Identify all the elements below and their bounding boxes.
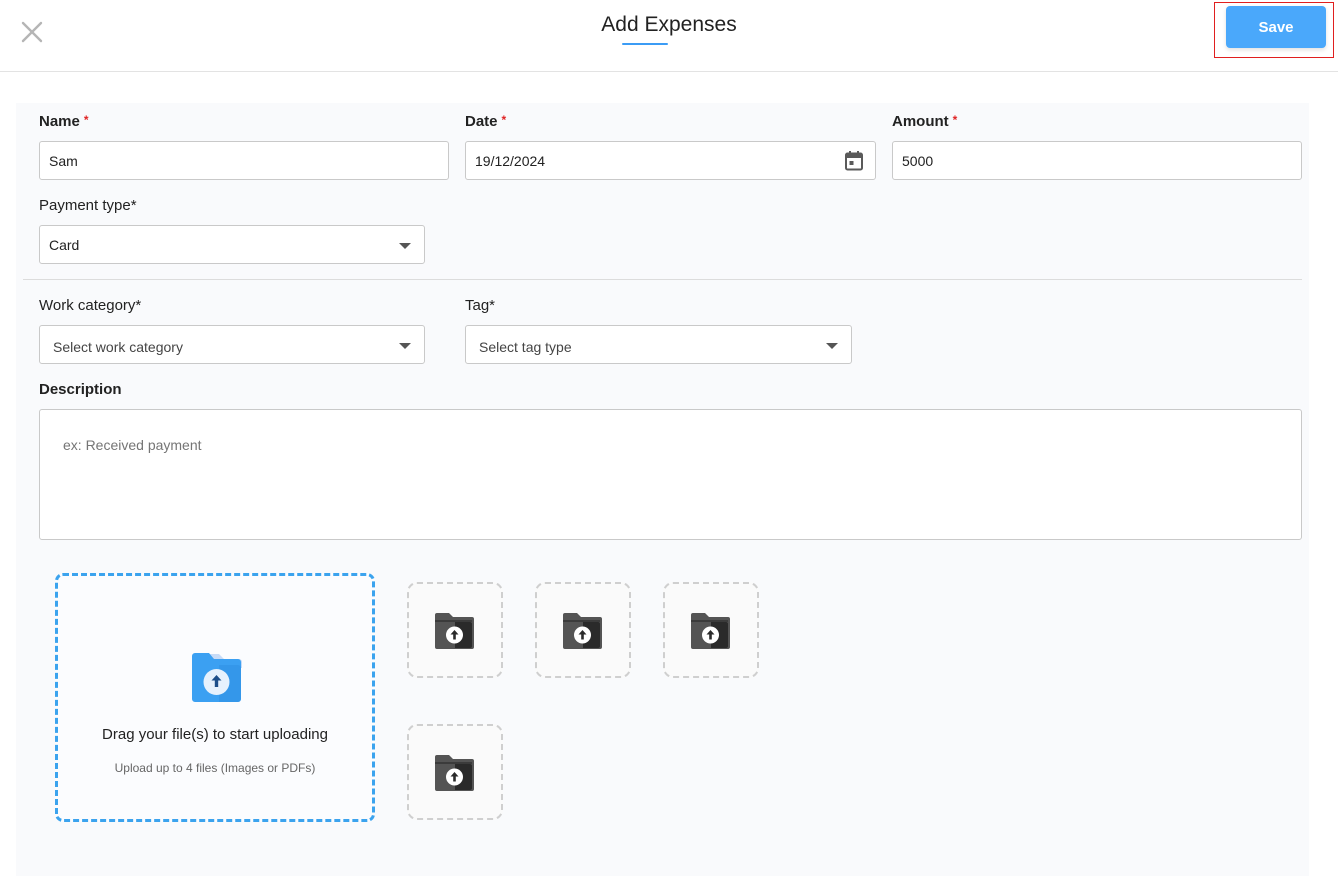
work-category-label: Work category* <box>39 297 142 314</box>
required-mark: * <box>83 113 89 127</box>
description-label: Description <box>39 381 122 398</box>
date-input-value: 19/12/2024 <box>475 152 546 169</box>
upload-slot-1[interactable] <box>407 582 503 678</box>
caret-down-icon <box>826 343 838 349</box>
tag-placeholder: Select tag type <box>479 339 572 355</box>
required-mark: * <box>952 113 958 127</box>
folder-upload-icon <box>691 613 730 649</box>
payment-type-label: Payment type* <box>39 197 137 214</box>
file-dropzone[interactable]: Drag your file(s) to start uploading Upl… <box>55 573 375 822</box>
date-input[interactable]: 19/12/2024 <box>465 141 876 180</box>
folder-upload-icon <box>435 613 474 649</box>
upload-slot-4[interactable] <box>407 724 503 820</box>
folder-upload-icon <box>563 613 602 649</box>
calendar-icon[interactable] <box>844 150 864 172</box>
dropzone-title: Drag your file(s) to start uploading <box>102 726 328 743</box>
payment-type-value: Card <box>49 236 80 253</box>
caret-down-icon <box>399 343 411 349</box>
work-category-placeholder: Select work category <box>53 339 183 355</box>
dropzone-subtitle: Upload up to 4 files (Images or PDFs) <box>114 761 316 775</box>
folder-upload-icon <box>435 755 474 791</box>
upload-slot-2[interactable] <box>535 582 631 678</box>
payment-type-select[interactable]: Card <box>39 225 425 264</box>
name-input-value: Sam <box>49 152 78 169</box>
name-label: Name * <box>39 113 89 130</box>
title-underline <box>622 43 668 45</box>
save-button[interactable]: Save <box>1226 6 1326 48</box>
page-title: Add Expenses <box>601 13 737 36</box>
tag-select[interactable]: Select tag type <box>465 325 852 364</box>
caret-down-icon <box>399 243 411 249</box>
description-textarea[interactable] <box>39 409 1302 540</box>
folder-upload-icon <box>192 653 242 702</box>
work-category-select[interactable]: Select work category <box>39 325 425 364</box>
date-label: Date * <box>465 113 507 130</box>
section-divider <box>23 279 1302 280</box>
amount-input[interactable]: 5000 <box>892 141 1302 180</box>
required-mark: * <box>501 113 507 127</box>
upload-slot-3[interactable] <box>663 582 759 678</box>
amount-label: Amount * <box>892 113 958 130</box>
header-bar: Add Expenses Save <box>0 0 1338 72</box>
amount-input-value: 5000 <box>902 152 934 169</box>
tag-label: Tag* <box>465 297 496 314</box>
name-input[interactable]: Sam <box>39 141 449 180</box>
